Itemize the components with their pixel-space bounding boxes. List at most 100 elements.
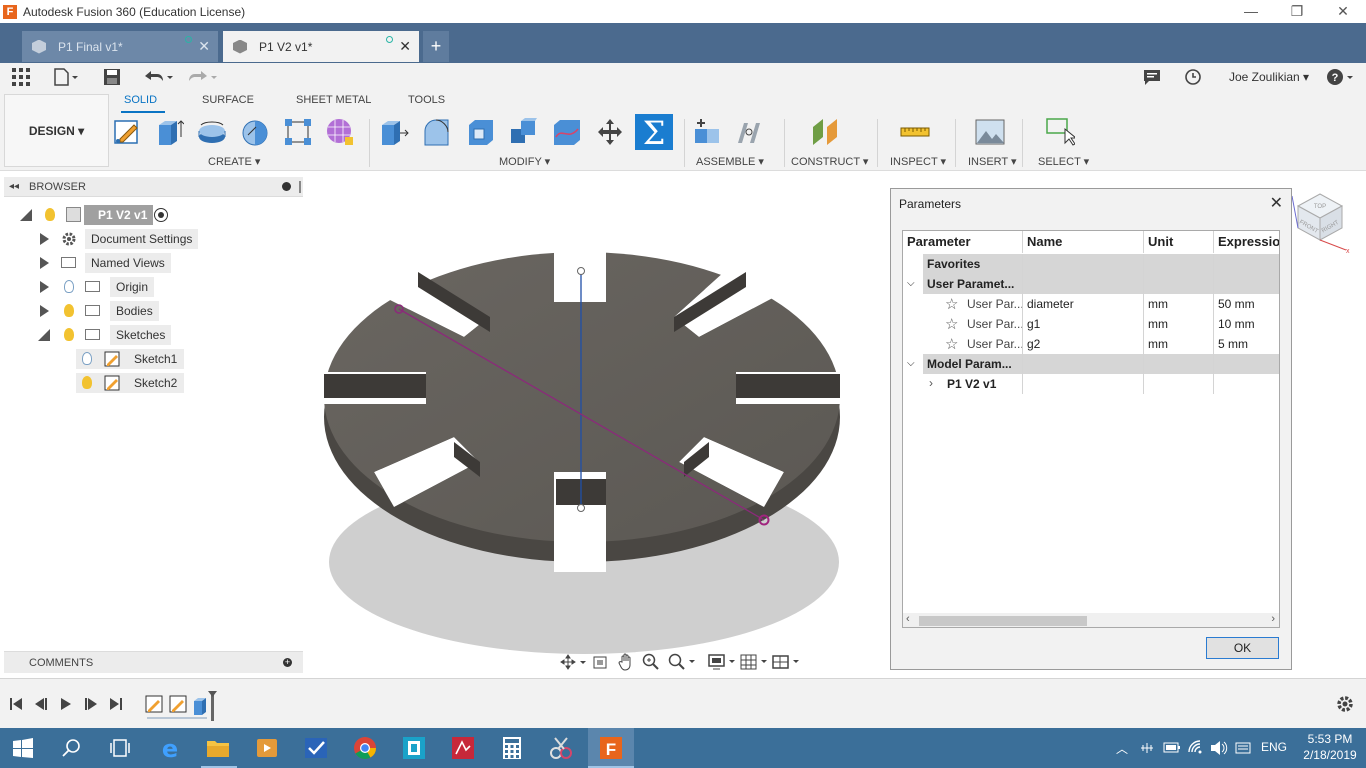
tab-p1-final[interactable]: P1 Final v1* ✕ (22, 31, 218, 62)
calculator-icon[interactable] (500, 736, 524, 760)
modify-menu[interactable]: MODIFY ▾ (499, 155, 550, 168)
undo-icon[interactable] (143, 68, 175, 86)
scroll-right-icon[interactable]: › (1271, 613, 1275, 625)
fillet-icon[interactable] (422, 117, 452, 147)
press-pull-icon[interactable] (380, 117, 410, 147)
table-row[interactable]: ☆ User Par... diameter mm 50 mm (903, 294, 1279, 314)
expand-chevron-icon[interactable]: › (929, 376, 933, 390)
joint-icon[interactable] (735, 117, 765, 147)
comments-panel[interactable]: COMMENTS + (4, 651, 303, 673)
header-parameter[interactable]: Parameter (903, 231, 1023, 253)
move-copy-icon[interactable] (595, 117, 625, 147)
close-dialog-button[interactable]: ✕ (1270, 193, 1283, 213)
zoom-icon[interactable] (642, 653, 660, 671)
combine-icon[interactable] (509, 117, 539, 147)
parameter-name[interactable]: g2 (1023, 334, 1144, 354)
parameter-name[interactable]: diameter (1023, 294, 1144, 314)
last-step-icon[interactable] (110, 698, 122, 710)
tree-item-document-settings[interactable]: Document Settings (85, 229, 199, 249)
insert-menu[interactable]: INSERT ▾ (968, 155, 1017, 168)
parameter-unit[interactable]: mm (1144, 334, 1214, 354)
scrollbar-thumb[interactable] (919, 616, 1087, 626)
network-share-icon[interactable] (1139, 740, 1155, 756)
model-canvas[interactable] (304, 172, 890, 677)
store-app-icon[interactable] (402, 736, 426, 760)
parameter-unit[interactable]: mm (1144, 314, 1214, 334)
insert-image-icon[interactable] (975, 117, 1005, 147)
revolve-icon[interactable] (197, 117, 227, 147)
tree-item-named-views[interactable]: Named Views (85, 253, 171, 273)
minimize-button[interactable]: — (1228, 0, 1274, 23)
expand-arrow-icon[interactable] (40, 281, 49, 293)
tree-item-sketch2[interactable]: Sketch2 (134, 376, 177, 390)
edge-browser-icon[interactable]: e (158, 736, 182, 760)
visibility-bulb-icon[interactable] (64, 328, 74, 341)
collapse-chevron-icon[interactable]: ⌵ (903, 274, 923, 294)
timeline-sketch1-icon[interactable] (145, 695, 163, 713)
previous-step-icon[interactable] (35, 698, 47, 710)
parameter-unit[interactable]: mm (1144, 294, 1214, 314)
redo-icon[interactable] (187, 68, 219, 86)
grid-settings-icon[interactable] (740, 653, 770, 671)
help-icon[interactable]: ? (1326, 68, 1354, 86)
battery-icon[interactable] (1163, 740, 1181, 754)
search-icon[interactable] (62, 738, 82, 758)
viewports-icon[interactable] (772, 653, 802, 671)
system-clock[interactable]: 5:53 PM 2/18/2019 (1298, 731, 1362, 763)
pan-hand-icon[interactable] (618, 653, 634, 671)
inspect-menu[interactable]: INSPECT ▾ (890, 155, 946, 168)
fit-zoom-icon[interactable] (668, 653, 698, 671)
chrome-icon[interactable] (353, 736, 377, 760)
snipping-tool-icon[interactable] (549, 736, 573, 760)
pdf-app-icon[interactable] (451, 736, 475, 760)
visibility-bulb-icon[interactable] (45, 208, 55, 221)
windows-start-icon[interactable] (13, 738, 33, 758)
close-window-button[interactable]: ✕ (1320, 0, 1366, 23)
parameter-name[interactable]: g1 (1023, 314, 1144, 334)
favorite-star-icon[interactable]: ☆ (945, 295, 958, 313)
view-cube[interactable]: TOP FRONT RIGHT x (1290, 186, 1350, 254)
minimize-panel-icon[interactable] (282, 182, 291, 191)
tab-sheet-metal[interactable]: SHEET METAL (296, 94, 371, 106)
parameter-expression[interactable]: 50 mm (1214, 294, 1279, 314)
measure-icon[interactable] (900, 117, 930, 147)
close-tab-icon[interactable]: ✕ (399, 38, 411, 55)
header-name[interactable]: Name (1023, 231, 1144, 253)
create-sketch-icon[interactable] (112, 117, 142, 147)
scroll-left-icon[interactable]: ‹ (906, 613, 910, 625)
browser-header[interactable]: ◂◂ BROWSER (4, 177, 303, 197)
file-menu-icon[interactable] (54, 68, 78, 86)
timeline-sketch2-icon[interactable] (169, 695, 187, 713)
expand-arrow-icon[interactable] (40, 305, 49, 317)
shell-icon[interactable] (466, 117, 496, 147)
construct-menu[interactable]: CONSTRUCT ▾ (791, 155, 868, 168)
next-step-icon[interactable] (85, 698, 97, 710)
show-hidden-icons[interactable]: ︿ (1116, 740, 1128, 757)
root-component-label[interactable]: P1 V2 v1 (84, 205, 154, 225)
tree-item-sketches[interactable]: Sketches (110, 325, 172, 345)
parameter-expression[interactable]: 5 mm (1214, 334, 1279, 354)
extrude-icon[interactable] (154, 117, 184, 147)
model-component-row[interactable]: › P1 V2 v1 (903, 374, 1279, 394)
model-parameters-group-row[interactable]: ⌵ Model Param... (903, 354, 1279, 374)
user-parameters-group-row[interactable]: ⌵ User Paramet... (903, 274, 1279, 294)
select-menu[interactable]: SELECT ▾ (1038, 155, 1089, 168)
apps-grid-icon[interactable] (12, 68, 30, 86)
assemble-menu[interactable]: ASSEMBLE ▾ (696, 155, 764, 168)
close-tab-icon[interactable]: ✕ (198, 38, 210, 55)
tree-item-sketch1[interactable]: Sketch1 (134, 352, 177, 366)
parameters-table[interactable]: Parameter Name Unit Expression Favorites… (902, 230, 1280, 628)
canvas-viewport[interactable] (304, 172, 890, 677)
file-explorer-icon[interactable] (206, 736, 230, 760)
tab-solid[interactable]: SOLID (124, 94, 157, 106)
tab-tools[interactable]: TOOLS (408, 94, 445, 106)
visibility-bulb-off-icon[interactable] (64, 280, 74, 293)
keyboard-icon[interactable] (1235, 740, 1251, 756)
restore-button[interactable]: ❐ (1274, 0, 1320, 23)
horizontal-scrollbar[interactable]: ‹ › (903, 613, 1279, 627)
tree-item-origin[interactable]: Origin (110, 277, 155, 297)
collapse-arrow-icon[interactable] (20, 209, 32, 221)
media-player-icon[interactable] (255, 736, 279, 760)
activate-component-icon[interactable] (154, 208, 168, 222)
visibility-bulb-icon[interactable] (82, 376, 92, 389)
